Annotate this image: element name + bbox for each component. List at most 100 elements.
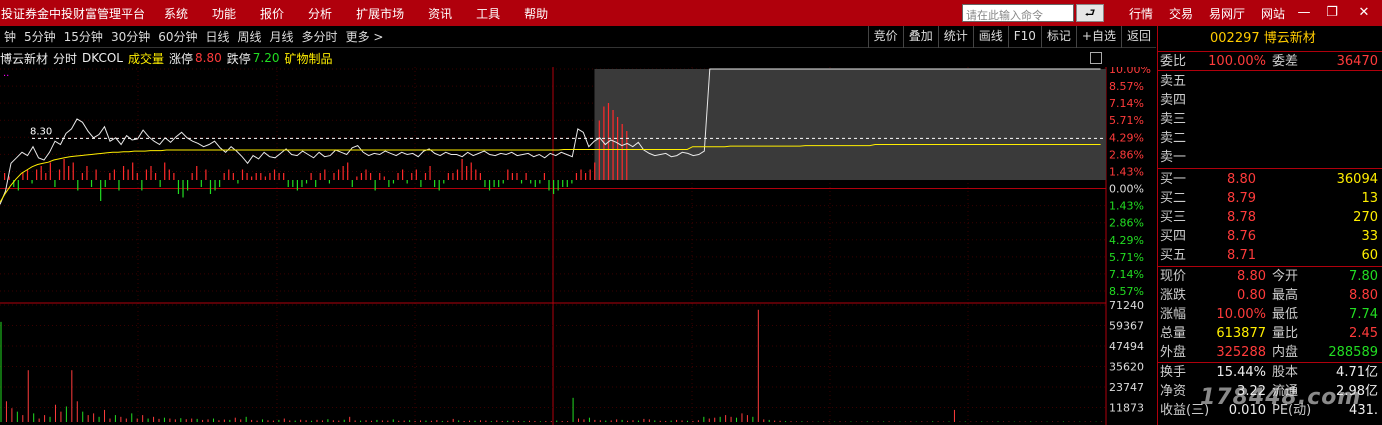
buy-price: 8.80	[1227, 172, 1256, 187]
menu-tools[interactable]: 工具	[464, 5, 512, 22]
stat-value: 15.44%	[1216, 365, 1266, 380]
tab-period-15min[interactable]: 15分钟	[60, 28, 107, 45]
axis-percent-label: 2.86%	[1109, 217, 1144, 230]
stat-label: 现价	[1160, 269, 1187, 284]
menu-analysis[interactable]: 分析	[296, 5, 344, 22]
buy-row[interactable]: 买五 8.71 60	[1158, 246, 1382, 265]
top-right-menu: 行情 交易 易网厅 网站	[1121, 0, 1293, 26]
weicha-value: 36470	[1336, 54, 1378, 69]
axis-volume-label: 71240	[1109, 299, 1144, 312]
tab-period-week[interactable]: 周线	[234, 28, 266, 45]
maximize-chart-icon[interactable]	[1090, 52, 1102, 64]
stat-row: 涨跌 0.80 最高 8.80	[1158, 286, 1382, 305]
buy-price: 8.79	[1227, 191, 1256, 206]
indicator-name[interactable]: DKCOL	[82, 51, 123, 65]
tool-f10-button[interactable]: F10	[1007, 26, 1041, 48]
tab-period-month[interactable]: 月线	[266, 28, 298, 45]
close-icon[interactable]: ✕	[1350, 0, 1378, 26]
stat-value: 0.80	[1237, 288, 1266, 303]
axis-volume-label: 35620	[1109, 361, 1144, 374]
axis-percent-label: 4.29%	[1109, 234, 1144, 247]
menu-quote[interactable]: 报价	[248, 5, 296, 22]
menu-extended-market[interactable]: 扩展市场	[344, 5, 416, 22]
menu-system[interactable]: 系统	[152, 5, 200, 22]
tab-period-60min[interactable]: 60分钟	[154, 28, 201, 45]
sector-label[interactable]: 矿物制品	[284, 50, 332, 67]
tool-stats-button[interactable]: 统计	[937, 26, 973, 48]
tool-back-button[interactable]: 返回	[1120, 26, 1156, 48]
stat-label: 今开	[1272, 269, 1299, 284]
axis-volume-label: 59367	[1109, 320, 1144, 333]
stat-value: 613877	[1216, 326, 1266, 341]
stat-label: 换手	[1160, 365, 1187, 380]
tool-overlay-button[interactable]: 叠加	[902, 26, 938, 48]
axis-percent-label: 5.71%	[1109, 114, 1144, 127]
menu-market[interactable]: 行情	[1121, 5, 1161, 22]
period-tabs: 钟 5分钟 15分钟 30分钟 60分钟 日线 周线 月线 多分时 更多 >	[0, 28, 387, 45]
sell-label: 卖四	[1160, 93, 1187, 108]
stat-label: 内盘	[1272, 345, 1299, 360]
menu-website[interactable]: 网站	[1253, 5, 1293, 22]
tab-multi-intraday[interactable]: 多分时	[298, 28, 342, 45]
stat-row: 换手 15.44% 股本 4.71亿	[1158, 363, 1382, 382]
stat-label: 最高	[1272, 288, 1299, 303]
stat-row: 总量 613877 量比 2.45	[1158, 324, 1382, 343]
tab-period-5min[interactable]: 5分钟	[20, 28, 60, 45]
axis-percent-label: 1.43%	[1109, 165, 1144, 178]
buy-volume: 36094	[1336, 172, 1378, 187]
menu-trade[interactable]: 交易	[1161, 5, 1201, 22]
stat-row: 现价 8.80 今开 7.80	[1158, 267, 1382, 286]
buy-row[interactable]: 买二 8.79 13	[1158, 189, 1382, 208]
return-arrow-icon[interactable]: ⮐	[1076, 4, 1104, 22]
sell-label: 卖二	[1160, 131, 1187, 146]
buy-orders: 买一 8.80 36094 买二 8.79 13 买三 8.78 270 买四 8.76 33 …	[1158, 169, 1382, 267]
buy-row[interactable]: 买三 8.78 270	[1158, 208, 1382, 227]
buy-row[interactable]: 买一 8.80 36094	[1158, 170, 1382, 189]
weicha-label: 委差	[1272, 54, 1299, 69]
buy-price: 8.71	[1227, 248, 1256, 263]
tab-more[interactable]: 更多 >	[342, 28, 388, 45]
stat-value: 288589	[1328, 345, 1378, 360]
menu-news[interactable]: 资讯	[416, 5, 464, 22]
tool-mark-button[interactable]: 标记	[1040, 26, 1076, 48]
quote-stats: 现价 8.80 今开 7.80 涨跌 0.80 最高 8.80 涨幅 10.00% 最低 7.74 总量…	[1158, 267, 1382, 363]
buy-label: 买二	[1160, 191, 1187, 206]
stat-label: 涨跌	[1160, 288, 1187, 303]
tab-period-day[interactable]: 日线	[202, 28, 234, 45]
stat-value: 10.00%	[1216, 307, 1266, 322]
tool-add-watchlist-button[interactable]: +自选	[1075, 26, 1121, 48]
axis-percent-label: 5.71%	[1109, 251, 1144, 264]
weibi-label: 委比	[1160, 54, 1187, 69]
menu-hall[interactable]: 易网厅	[1201, 5, 1253, 22]
chart-info-line: 博云新材 分时 DKCOL 成交量 涨停 8.80 跌停 7.20 矿物制品	[0, 49, 1100, 67]
stat-value: 8.80	[1349, 288, 1378, 303]
axis-percent-label: 7.14%	[1109, 268, 1144, 281]
volume-label: 成交量	[128, 51, 165, 66]
buy-volume: 60	[1361, 248, 1378, 263]
command-input[interactable]: 请在此输入命令	[962, 4, 1074, 22]
menu-help[interactable]: 帮助	[512, 5, 560, 22]
stock-code: 002297	[1210, 31, 1260, 46]
tool-auction-button[interactable]: 竞价	[867, 26, 903, 48]
tab-period-30min[interactable]: 30分钟	[107, 28, 154, 45]
axis-percent-label: 0.00%	[1109, 183, 1144, 196]
axis-percent-label: 8.57%	[1109, 80, 1144, 93]
sell-row: 卖四	[1158, 91, 1382, 110]
sell-label: 卖一	[1160, 150, 1187, 165]
tool-draw-button[interactable]: 画线	[972, 26, 1008, 48]
stat-label: 净资	[1160, 384, 1187, 399]
menu-function[interactable]: 功能	[200, 5, 248, 22]
axis-percent-label: 2.86%	[1109, 148, 1144, 161]
stat-label: 涨幅	[1160, 307, 1187, 322]
buy-volume: 270	[1353, 210, 1378, 225]
minimize-icon[interactable]: —	[1290, 0, 1318, 26]
axis-percent-label: 10.00%	[1109, 67, 1151, 76]
intraday-chart[interactable]: 8.30 ·· 10.00% 8.57% 7.14% 5.71% 4.29% 2.86% 1.4…	[0, 67, 1156, 425]
title-bar: 投证券金中投财富管理平台 系统 功能 报价 分析 扩展市场 资讯 工具 帮助 请…	[0, 0, 1382, 26]
buy-row[interactable]: 买四 8.76 33	[1158, 227, 1382, 246]
reference-label: 8.30	[30, 126, 52, 137]
sell-orders: 卖五 卖四 卖三 卖二 卖一	[1158, 71, 1382, 169]
restore-icon[interactable]: ❐	[1318, 0, 1346, 26]
sell-label: 卖五	[1160, 74, 1187, 89]
tab-period-1[interactable]: 钟	[0, 28, 20, 45]
